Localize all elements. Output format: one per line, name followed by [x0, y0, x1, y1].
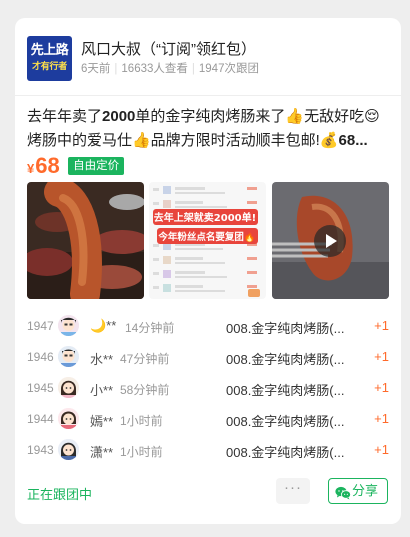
- post-age: 6天前: [81, 63, 111, 75]
- order-number: 1947: [27, 319, 54, 333]
- user-avatar: [58, 315, 79, 336]
- post-title-prefix: 去年年卖了: [27, 108, 103, 125]
- view-count: 16633人查看: [121, 63, 188, 75]
- media-video[interactable]: [272, 182, 389, 299]
- group-avatar[interactable]: 先上路 才有行者: [27, 36, 72, 81]
- video-play-icon[interactable]: [314, 225, 346, 257]
- post-title-suffix: 单的金字纯肉烤肠来了👍无敌好吃😌: [135, 108, 380, 125]
- user-avatar: [58, 408, 79, 429]
- order-quantity: +1: [374, 411, 389, 426]
- avatar-text-line1: 先上路: [30, 42, 69, 57]
- user-name: 小**: [90, 383, 114, 398]
- order-product: 008.金字纯肉烤肠(...: [226, 383, 345, 398]
- order-number: 1943: [27, 443, 54, 457]
- avatar-text-line2: 才有行者: [32, 61, 67, 71]
- price-value: 68: [35, 153, 60, 178]
- price: ¥68: [27, 153, 60, 178]
- order-number: 1944: [27, 412, 54, 426]
- post-title-line1: 去年年卖了2000单的金字纯肉烤肠来了👍无敌好吃😌: [27, 105, 389, 129]
- order-row: 1945 小** 58分钟前 008.金字纯肉烤肠(... +1: [27, 374, 389, 405]
- post-title-line2-text: 烤肠中的爱马仕👍品牌方限时活动顺丰包邮!: [27, 132, 320, 149]
- group-header[interactable]: 先上路 才有行者 风口大叔（“订阅”领红包） 6天前 | 16633人查看 | 1947…: [27, 34, 389, 82]
- card-footer: 正在跟团中 ··· 分享: [27, 478, 389, 506]
- user-avatar: [58, 346, 79, 367]
- order-time: 14分钟前: [125, 321, 175, 335]
- more-button[interactable]: ···: [276, 478, 310, 504]
- order-time: 47分钟前: [120, 352, 170, 366]
- order-list: 1947 🌙** 14分钟前 008.金字纯肉烤肠(... +1 1946 水*…: [27, 312, 389, 467]
- share-button[interactable]: 分享: [328, 478, 388, 504]
- post-title[interactable]: 去年年卖了2000单的金字纯肉烤肠来了👍无敌好吃😌 烤肠中的爱马仕👍品牌方限时活…: [27, 105, 389, 153]
- wechat-icon: [335, 484, 351, 508]
- media-gallery: 去年上架就卖2000单! 今年粉丝点名要复团🔥: [27, 182, 389, 299]
- order-time: 1小时前: [120, 445, 163, 459]
- user-name: 潇**: [90, 445, 114, 460]
- user-name: 嫣**: [90, 414, 114, 429]
- media-photo-sausage[interactable]: [27, 182, 144, 299]
- post-title-bold-number: 2000: [102, 108, 136, 125]
- price-row: ¥68 自由定价: [27, 153, 125, 179]
- order-row: 1947 🌙** 14分钟前 008.金字纯肉烤肠(... +1: [27, 312, 389, 343]
- meta-separator: |: [114, 63, 118, 75]
- following-status: 正在跟团中: [27, 487, 93, 502]
- media-order-screenshot[interactable]: 去年上架就卖2000单! 今年粉丝点名要复团🔥: [149, 182, 266, 299]
- order-quantity: +1: [374, 318, 389, 333]
- screenshot-caption1: 去年上架就卖2000单!: [154, 211, 256, 224]
- user-name: 🌙**: [90, 318, 117, 333]
- header-divider: [15, 95, 401, 96]
- order-row: 1944 嫣** 1小时前 008.金字纯肉烤肠(... +1: [27, 405, 389, 436]
- price-currency: ¥: [27, 161, 35, 176]
- group-buy-card: 先上路 才有行者 风口大叔（“订阅”领红包） 6天前 | 16633人查看 | 1947…: [15, 18, 401, 524]
- order-product: 008.金字纯肉烤肠(...: [226, 321, 345, 336]
- user-name: 水**: [90, 352, 114, 367]
- join-count: 1947次跟团: [198, 63, 259, 75]
- group-meta: 6天前 | 16633人查看 | 1947次跟团: [81, 60, 259, 76]
- order-product: 008.金字纯肉烤肠(...: [226, 414, 345, 429]
- group-name[interactable]: 风口大叔（“订阅”领红包）: [81, 38, 256, 59]
- post-title-line2-price: 💰68...: [319, 132, 368, 149]
- order-row: 1943 潇** 1小时前 008.金字纯肉烤肠(... +1: [27, 436, 389, 467]
- post-title-line2: 烤肠中的爱马仕👍品牌方限时活动顺丰包邮!💰68...: [27, 129, 389, 153]
- order-time: 1小时前: [120, 414, 163, 428]
- user-avatar: [58, 377, 79, 398]
- meta-separator: |: [191, 63, 195, 75]
- order-quantity: +1: [374, 349, 389, 364]
- order-number: 1946: [27, 350, 54, 364]
- share-label: 分享: [352, 483, 379, 498]
- pricing-tag: 自由定价: [68, 157, 125, 175]
- user-avatar: [58, 439, 79, 460]
- order-number: 1945: [27, 381, 54, 395]
- order-time: 58分钟前: [120, 383, 170, 397]
- order-row: 1946 水** 47分钟前 008.金字纯肉烤肠(... +1: [27, 343, 389, 374]
- screenshot-caption2: 今年粉丝点名要复团🔥: [157, 231, 255, 243]
- order-quantity: +1: [374, 442, 389, 457]
- order-product: 008.金字纯肉烤肠(...: [226, 352, 345, 367]
- order-quantity: +1: [374, 380, 389, 395]
- order-product: 008.金字纯肉烤肠(...: [226, 445, 345, 460]
